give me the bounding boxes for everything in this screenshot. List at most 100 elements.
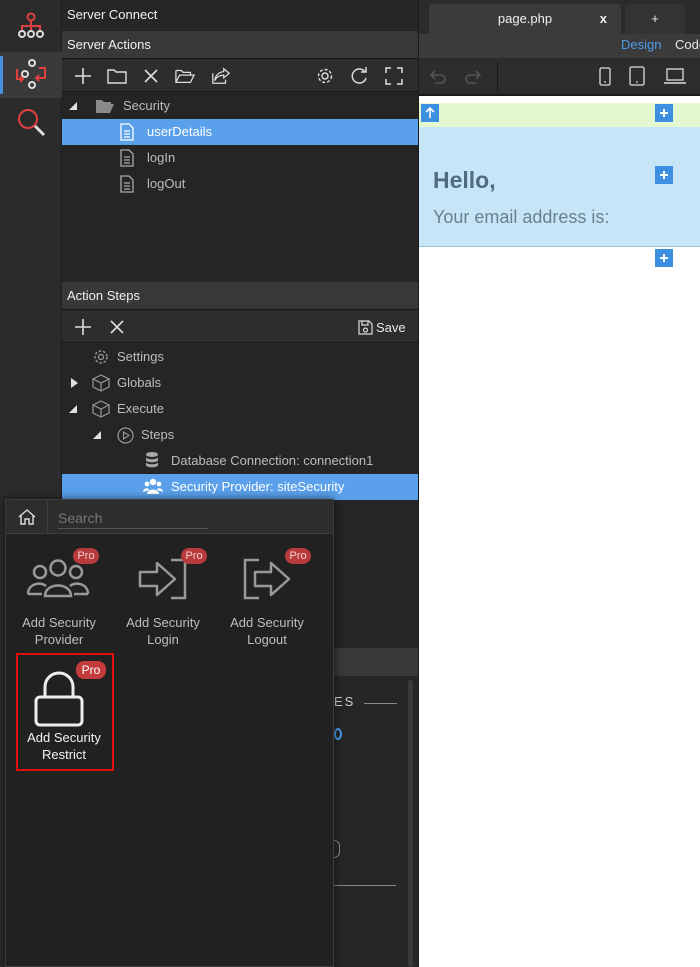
step-steps[interactable]: Steps bbox=[62, 422, 418, 448]
item-label-line2: Restrict bbox=[41, 747, 87, 762]
item-label-line2: Provider bbox=[34, 632, 84, 647]
search-input[interactable] bbox=[58, 507, 208, 529]
users-icon bbox=[143, 478, 163, 494]
properties-section-label: ES bbox=[334, 694, 356, 709]
radio-partial[interactable] bbox=[334, 840, 340, 858]
gear-icon bbox=[94, 350, 108, 364]
home-button[interactable] bbox=[6, 500, 48, 533]
pro-badge: Pro bbox=[73, 548, 99, 564]
database-icon bbox=[146, 452, 158, 468]
sign-out-icon bbox=[243, 558, 291, 600]
add-element-icon[interactable] bbox=[655, 249, 673, 267]
document-tabs: page.php x + bbox=[419, 0, 700, 34]
step-security-provider[interactable]: Security Provider: siteSecurity bbox=[62, 474, 418, 500]
add-security-provider-item[interactable]: Pro Add Security Provider bbox=[7, 548, 111, 658]
delete-step-icon[interactable] bbox=[107, 317, 127, 337]
play-circle-icon bbox=[117, 427, 134, 444]
export-icon[interactable] bbox=[211, 66, 231, 86]
step-settings[interactable]: Settings bbox=[62, 344, 418, 370]
redo-icon[interactable] bbox=[464, 68, 482, 86]
item-label-line2: Login bbox=[147, 632, 179, 647]
save-icon bbox=[358, 319, 373, 335]
undo-icon[interactable] bbox=[429, 68, 447, 86]
save-button[interactable]: Save bbox=[358, 317, 406, 337]
tree-item-label: userDetails bbox=[147, 124, 213, 139]
up-arrow-icon[interactable] bbox=[421, 104, 439, 122]
folder-open-icon bbox=[96, 100, 114, 113]
home-icon bbox=[18, 508, 35, 525]
divider bbox=[364, 703, 397, 704]
step-label: Security Provider: siteSecurity bbox=[171, 479, 345, 494]
server-connect-button[interactable] bbox=[0, 52, 62, 98]
delete-icon[interactable] bbox=[141, 66, 161, 86]
step-execute[interactable]: Execute bbox=[62, 396, 418, 422]
step-database-connection[interactable]: Database Connection: connection1 bbox=[62, 448, 418, 474]
users-icon bbox=[26, 559, 90, 598]
add-step-icon[interactable] bbox=[73, 317, 93, 337]
design-mode-button[interactable]: Design bbox=[621, 37, 661, 52]
search-icon bbox=[18, 109, 46, 137]
new-tab-button[interactable]: + bbox=[625, 4, 685, 34]
step-label: Database Connection: connection1 bbox=[171, 453, 374, 468]
item-label-line1: Add Security bbox=[126, 615, 200, 630]
device-toolbar bbox=[419, 58, 700, 96]
step-globals[interactable]: Globals bbox=[62, 370, 418, 396]
email-text: Your email address is: bbox=[433, 207, 610, 227]
cube-icon bbox=[92, 374, 110, 392]
pro-badge: Pro bbox=[285, 548, 311, 564]
tree-item-logout[interactable]: logOut bbox=[62, 171, 418, 197]
settings-gear-icon[interactable] bbox=[315, 66, 335, 86]
tab-page-php[interactable]: page.php x bbox=[429, 4, 621, 34]
save-label: Save bbox=[376, 319, 406, 335]
sitemap-icon bbox=[18, 12, 44, 38]
tree-item-label: logOut bbox=[147, 176, 186, 191]
sitemap-button[interactable] bbox=[0, 4, 62, 50]
cube-icon bbox=[92, 400, 110, 418]
properties-header bbox=[334, 648, 418, 676]
tree-item-login[interactable]: logIn bbox=[62, 145, 418, 171]
new-folder-icon[interactable] bbox=[107, 66, 127, 86]
search-button[interactable] bbox=[0, 100, 62, 146]
add-icon[interactable] bbox=[73, 66, 93, 86]
item-label-line1: Add Security bbox=[22, 615, 96, 630]
content-section[interactable]: Hello, Your email address is: bbox=[419, 127, 700, 247]
expand-toggle[interactable] bbox=[93, 431, 101, 439]
scrollbar[interactable] bbox=[408, 680, 413, 967]
add-step-flyout: Pro Add Security Provider Pro Add Securi… bbox=[5, 499, 334, 967]
tree-item-label: Security bbox=[123, 98, 170, 113]
phone-icon[interactable] bbox=[599, 67, 611, 86]
properties-panel: ES bbox=[334, 648, 418, 967]
tab-close-button[interactable]: x bbox=[600, 4, 607, 34]
step-label: Steps bbox=[141, 427, 175, 442]
open-folder-icon[interactable] bbox=[175, 66, 195, 86]
item-label-line1: Add Security bbox=[27, 730, 101, 745]
tree-item-label: logIn bbox=[147, 150, 176, 165]
step-label: Execute bbox=[117, 401, 164, 416]
flyout-search-bar bbox=[6, 500, 333, 534]
tablet-icon[interactable] bbox=[629, 66, 645, 86]
lock-icon bbox=[34, 671, 84, 727]
expand-toggle[interactable] bbox=[71, 378, 78, 388]
refresh-icon[interactable] bbox=[349, 66, 369, 86]
add-element-icon[interactable] bbox=[655, 166, 673, 184]
laptop-icon[interactable] bbox=[663, 68, 687, 86]
expand-toggle[interactable] bbox=[69, 405, 77, 413]
expand-toggle[interactable] bbox=[69, 102, 77, 110]
link-icon[interactable] bbox=[334, 728, 342, 740]
view-mode-bar: Design Code bbox=[419, 34, 700, 58]
code-mode-button[interactable]: Code bbox=[675, 37, 700, 52]
pro-badge: Pro bbox=[76, 661, 106, 679]
fullscreen-icon[interactable] bbox=[384, 66, 404, 86]
file-icon bbox=[120, 175, 134, 193]
add-element-icon[interactable] bbox=[655, 104, 673, 122]
item-label-line1: Add Security bbox=[230, 615, 304, 630]
tree-item-userdetails[interactable]: userDetails bbox=[62, 119, 418, 145]
tree-item-security-folder[interactable]: Security bbox=[62, 93, 418, 119]
hello-heading: Hello, bbox=[433, 167, 496, 193]
item-label-line2: Logout bbox=[247, 632, 287, 647]
add-security-login-item[interactable]: Pro Add Security Login bbox=[111, 548, 215, 658]
add-security-restrict-item[interactable]: Pro Add Security Restrict bbox=[16, 653, 114, 771]
step-label: Settings bbox=[117, 349, 164, 364]
add-security-logout-item[interactable]: Pro Add Security Logout bbox=[215, 548, 319, 658]
action-steps-toolbar: Save bbox=[62, 311, 418, 343]
